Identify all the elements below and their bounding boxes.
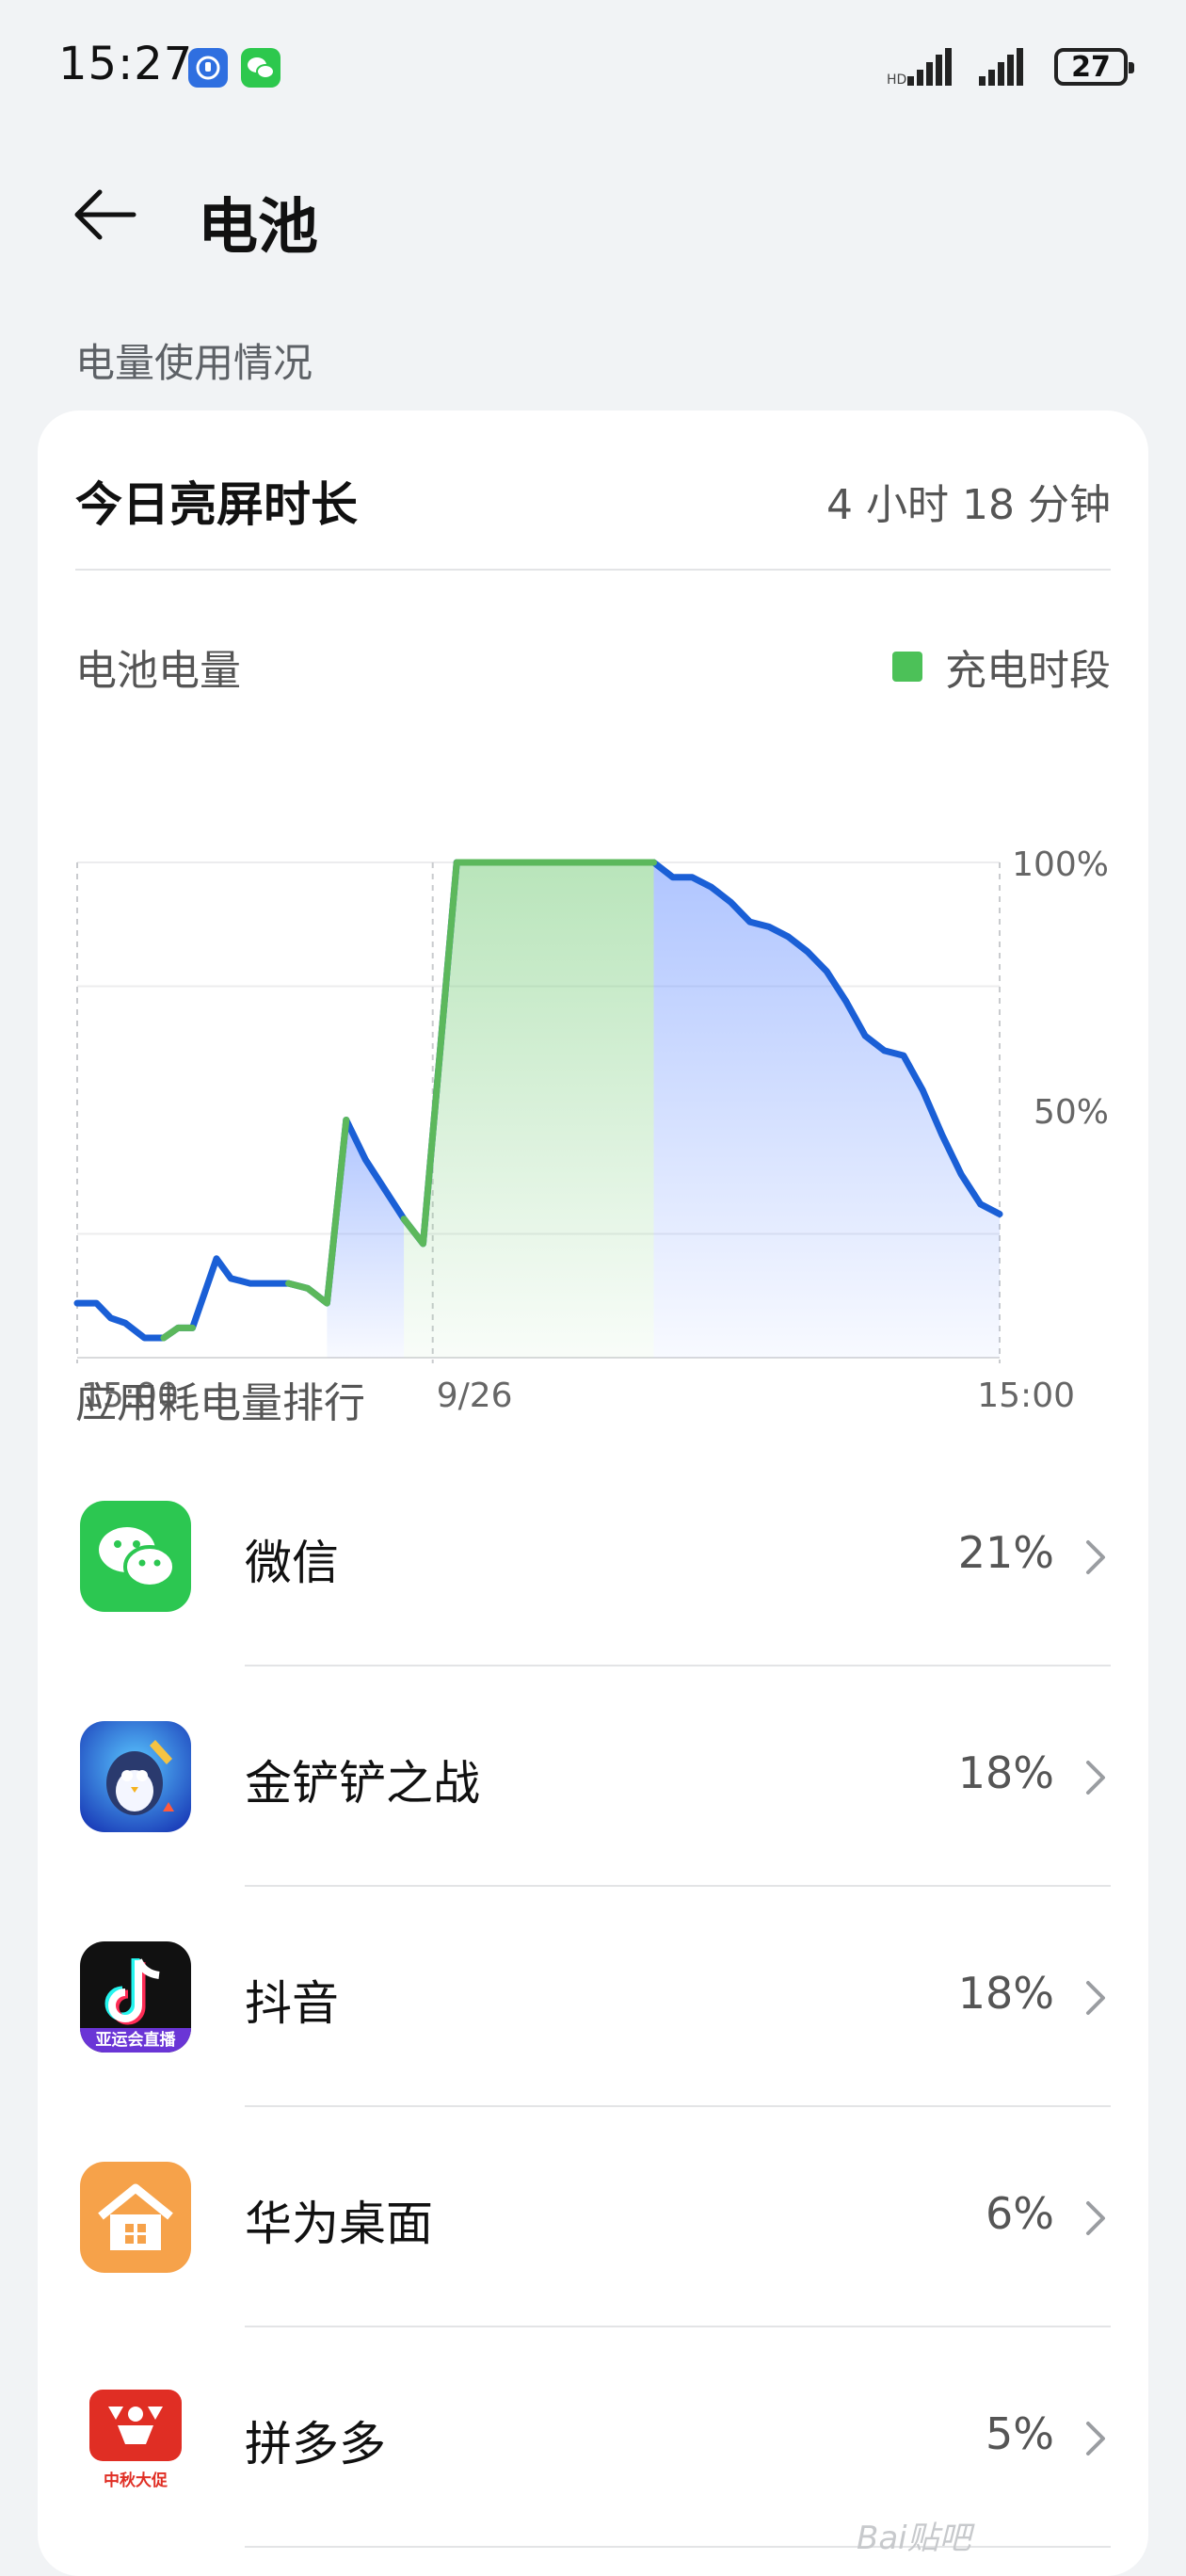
- wechat-app-icon: [80, 1501, 191, 1612]
- chevron-right-icon: [1081, 1755, 1111, 1800]
- screen-time-value: 4 小时 18 分钟: [826, 481, 1111, 529]
- ranking-title: 应用耗电量排行: [75, 1379, 365, 1427]
- divider: [245, 2546, 1111, 2548]
- app-usage-percent: 21%: [957, 1527, 1054, 1578]
- battery-icon: 27: [1054, 48, 1134, 86]
- app-icon-caption: 亚运会直播: [95, 2031, 176, 2050]
- app-row[interactable]: 微信 21%: [38, 1446, 1148, 1666]
- page-header: 电池: [0, 151, 1186, 264]
- wechat-notification-icon: [241, 48, 280, 88]
- watermark: Bai贴吧: [857, 2520, 971, 2557]
- app-notification-icon: [188, 48, 228, 88]
- app-row[interactable]: 中秋大促 拼多多 5%: [38, 2327, 1148, 2548]
- status-time: 15:27: [58, 38, 194, 90]
- page-title: 电池: [198, 193, 318, 263]
- huawei-home-icon: [80, 2162, 191, 2273]
- app-usage-percent: 6%: [986, 2188, 1054, 2239]
- chart-legend: 充电时段: [892, 636, 1111, 697]
- pinduoduo-app-icon: 中秋大促: [80, 2382, 191, 2493]
- chevron-right-icon: [1081, 1975, 1111, 2021]
- back-arrow-icon: [74, 189, 136, 240]
- app-name: 微信: [245, 1536, 339, 1590]
- x-tick-label: 15:00: [977, 1377, 1075, 1415]
- app-name: 金铲铲之战: [245, 1756, 480, 1811]
- app-name: 华为桌面: [245, 2197, 433, 2251]
- charging-line: [160, 1324, 196, 1342]
- usage-section-label: 电量使用情况: [75, 340, 313, 386]
- app-name: 抖音: [245, 1976, 339, 2031]
- app-icon-caption: 中秋大促: [104, 2471, 168, 2490]
- golden-spatula-game-icon: [80, 1721, 191, 1832]
- app-usage-percent: 18%: [957, 1968, 1054, 2019]
- app-usage-percent: 5%: [986, 2408, 1054, 2459]
- chart-area: [653, 862, 1000, 1358]
- app-row[interactable]: 金铲铲之战 18%: [38, 1666, 1148, 1887]
- charging-legend-swatch: [892, 652, 922, 682]
- chart-area: [404, 862, 654, 1358]
- chevron-right-icon: [1081, 2416, 1111, 2461]
- chevron-right-icon: [1081, 1535, 1111, 1580]
- battery-card: 今日亮屏时长 4 小时 18 分钟 电池电量 充电时段 100% 50% 15:00…: [38, 411, 1148, 2576]
- back-button[interactable]: [68, 177, 143, 252]
- douyin-app-icon: 亚运会直播: [80, 1941, 191, 2053]
- app-name: 拼多多: [245, 2417, 386, 2471]
- y-tick-label: 100%: [1012, 845, 1109, 884]
- divider: [75, 569, 1111, 571]
- screen-time-label: 今日亮屏时长: [75, 477, 358, 532]
- app-row[interactable]: 华为桌面 6%: [38, 2107, 1148, 2327]
- charging-legend-label: 充电时段: [945, 647, 1111, 695]
- x-tick-label: 9/26: [437, 1377, 513, 1415]
- chevron-right-icon: [1081, 2196, 1111, 2241]
- screen-time-row[interactable]: 今日亮屏时长 4 小时 18 分钟: [75, 467, 1111, 535]
- signal-2-icon: [979, 48, 1023, 86]
- battery-level-label: 电池电量: [75, 647, 241, 695]
- signal-1-icon: HD: [887, 48, 952, 88]
- app-row[interactable]: 亚运会直播 抖音 18%: [38, 1887, 1148, 2107]
- status-bar: 15:27 HD 27: [0, 0, 1186, 132]
- app-usage-percent: 18%: [957, 1747, 1054, 1798]
- svg-text:HD: HD: [887, 72, 906, 88]
- y-tick-label: 50%: [1034, 1093, 1109, 1132]
